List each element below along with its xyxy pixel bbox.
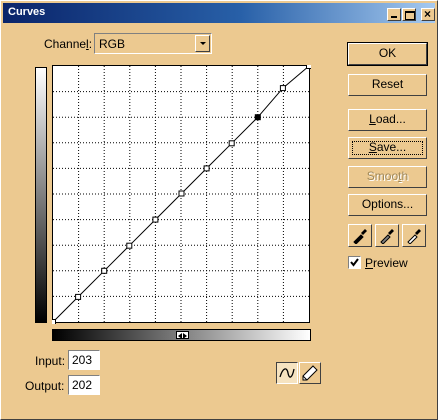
curve-control-point[interactable]: [203, 165, 210, 172]
input-field[interactable]: 203: [68, 350, 100, 370]
options-button[interactable]: Options...: [348, 194, 427, 216]
chevron-down-icon[interactable]: [195, 35, 210, 52]
gray-eyedropper-icon[interactable]: [375, 224, 399, 247]
smooth-button[interactable]: Smooth: [348, 166, 427, 188]
channel-select[interactable]: RGB: [94, 33, 212, 54]
curves-dialog: Curves × Channel: RGB Input: 203 Output:…: [0, 0, 438, 420]
gradient-toggle-icon[interactable]: [176, 331, 189, 339]
curve-control-point[interactable]: [279, 85, 286, 92]
output-gradient-bar: [35, 67, 47, 323]
save-button[interactable]: Save...: [348, 137, 427, 159]
reset-button[interactable]: Reset: [348, 74, 427, 96]
channel-label: Channel:: [44, 37, 93, 51]
curve-control-point[interactable]: [52, 319, 56, 325]
curve-control-point[interactable]: [152, 216, 159, 223]
pencil-tool-icon[interactable]: [299, 362, 321, 384]
curve-control-point[interactable]: [75, 293, 82, 300]
window-title: Curves: [8, 6, 46, 18]
curve-control-point[interactable]: [126, 242, 133, 249]
preview-label[interactable]: Preview: [365, 256, 408, 270]
input-label: Input:: [35, 354, 66, 368]
curve-graph[interactable]: [52, 65, 311, 324]
curve-control-point[interactable]: [228, 140, 235, 147]
curve-tool-icon[interactable]: [276, 362, 298, 384]
preview-checkbox[interactable]: [348, 256, 361, 269]
load-button[interactable]: Load...: [348, 109, 427, 131]
curve-control-point[interactable]: [254, 114, 261, 121]
curve-control-point[interactable]: [101, 267, 108, 274]
minimize-icon[interactable]: [387, 8, 401, 21]
ok-button[interactable]: OK: [347, 42, 428, 66]
curve-control-point[interactable]: [178, 190, 185, 197]
close-icon[interactable]: ×: [421, 7, 435, 21]
maximize-icon[interactable]: [402, 8, 416, 21]
white-eyedropper-icon[interactable]: [402, 224, 426, 247]
output-label: Output:: [25, 379, 65, 393]
input-gradient-bar: [52, 329, 311, 341]
black-eyedropper-icon[interactable]: [348, 224, 372, 247]
channel-value: RGB: [99, 37, 126, 51]
curve-control-point[interactable]: [306, 65, 312, 69]
output-field[interactable]: 202: [68, 375, 100, 395]
title-bar[interactable]: Curves ×: [3, 3, 435, 23]
